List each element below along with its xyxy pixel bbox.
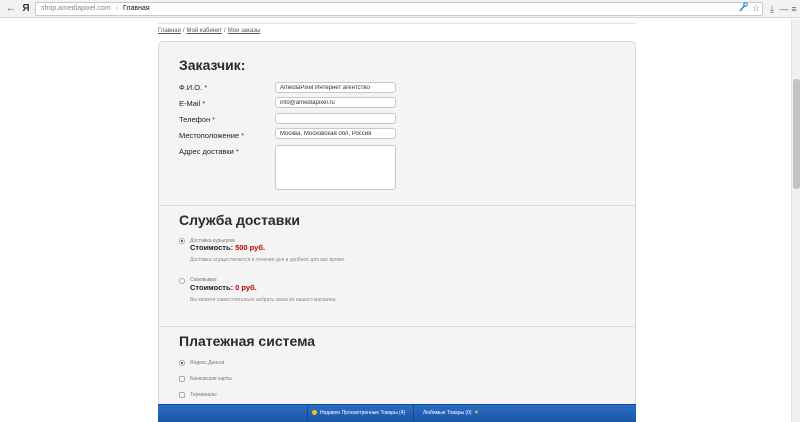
breadcrumb-separator: / <box>224 28 226 34</box>
pickup-description: Вы можете самостоятельно забрать заказ и… <box>190 297 337 303</box>
payment-section-title: Платежная система <box>179 333 316 349</box>
location-label-text: Местоположение <box>179 131 240 140</box>
breadcrumb-cabinet-link[interactable]: Мой кабинет <box>187 28 223 34</box>
required-mark: * <box>204 83 208 92</box>
customer-section-title: Заказчик: <box>179 57 246 73</box>
scrollbar-thumb[interactable] <box>793 79 800 189</box>
breadcrumb-separator: / <box>182 28 185 34</box>
cost-label: Стоимость: <box>190 283 234 292</box>
breadcrumb-home-link[interactable]: Главная <box>158 28 181 34</box>
email-label: E-Mail * <box>179 99 205 108</box>
delivery-section-title: Служба доставки <box>179 212 300 228</box>
bank-cards-option-name: Банковские карты <box>190 376 232 382</box>
back-arrow-icon[interactable]: ← <box>5 2 17 16</box>
terminals-option-name: Терминалы <box>190 392 217 398</box>
email-label-text: E-Mail <box>179 99 201 108</box>
heart-icon: ♥ <box>474 410 479 416</box>
yandex-money-option-name: Яндекс.Деньги <box>190 360 225 366</box>
page-top-divider <box>158 23 636 24</box>
location-input[interactable] <box>275 128 396 139</box>
courier-cost: Стоимость: 500 руб. <box>190 243 265 252</box>
favorites-label: Любимые Товары (0) <box>423 410 472 416</box>
cost-label: Стоимость: <box>190 243 234 252</box>
order-form-card: Заказчик: Ф.И.О.* E-Mail* Телефон* Место… <box>158 41 636 422</box>
recently-viewed-label: Недавно Просмотренные Товары (4) <box>320 410 406 416</box>
page-scrollbar[interactable] <box>791 19 800 422</box>
pickup-radio[interactable] <box>179 278 185 284</box>
address-label: Адрес доставки * <box>179 147 239 156</box>
favorites-link[interactable]: Любимые Товары (0) ♥ <box>423 410 478 416</box>
courier-description: Доставка осуществляется в течение дня в … <box>190 257 346 263</box>
phone-label: Телефон * <box>179 115 215 124</box>
url-separator: › <box>115 5 118 12</box>
minimize-icon[interactable]: — <box>779 2 789 16</box>
address-textarea[interactable] <box>275 145 396 190</box>
recently-viewed-link[interactable]: Недавно Просмотренные Товары (4) <box>312 410 405 416</box>
breadcrumb: Главная / Мой кабинет / Мои заказы <box>158 28 260 34</box>
star-icon[interactable]: ☆ <box>751 2 761 14</box>
url-page-title: Главная <box>123 5 150 12</box>
terminals-checkbox[interactable] <box>179 392 185 398</box>
required-mark: * <box>212 115 216 124</box>
address-bar[interactable]: shop.amediapixel.com › Главная <box>35 2 763 16</box>
required-mark: * <box>241 131 245 140</box>
address-label-text: Адрес доставки <box>179 147 234 156</box>
browser-toolbar: ← Я shop.amediapixel.com › Главная ☆ ⤓ — ≡ <box>0 0 800 18</box>
section-divider <box>159 205 635 206</box>
courier-radio[interactable] <box>179 238 185 244</box>
name-input[interactable] <box>275 82 396 93</box>
breadcrumb-orders-link[interactable]: Мои заказы <box>228 28 261 34</box>
required-mark: * <box>202 99 206 108</box>
courier-price: 500 руб. <box>235 243 266 252</box>
pickup-price: 0 руб. <box>235 283 257 292</box>
pickup-cost: Стоимость: 0 руб. <box>190 283 257 292</box>
name-label-text: Ф.И.О. <box>179 83 203 92</box>
yandex-money-radio[interactable] <box>179 360 185 366</box>
section-divider <box>159 326 635 327</box>
phone-label-text: Телефон <box>179 115 211 124</box>
menu-icon[interactable]: ≡ <box>789 2 799 16</box>
bank-cards-checkbox[interactable] <box>179 376 185 382</box>
browser-logo-icon[interactable]: Я <box>20 2 32 16</box>
email-input[interactable] <box>275 97 396 108</box>
toolbar-divider <box>413 405 414 422</box>
search-icon[interactable] <box>738 2 748 14</box>
location-label: Местоположение * <box>179 131 244 140</box>
info-icon <box>312 410 317 415</box>
name-label: Ф.И.О. * <box>179 83 207 92</box>
bottom-toolbar: Недавно Просмотренные Товары (4) Любимые… <box>158 404 636 422</box>
phone-input[interactable] <box>275 113 396 124</box>
toolbar-divider <box>307 405 308 422</box>
url-domain: shop.amediapixel.com <box>41 5 111 12</box>
required-mark: * <box>235 147 239 156</box>
download-icon[interactable]: ⤓ <box>767 2 777 16</box>
